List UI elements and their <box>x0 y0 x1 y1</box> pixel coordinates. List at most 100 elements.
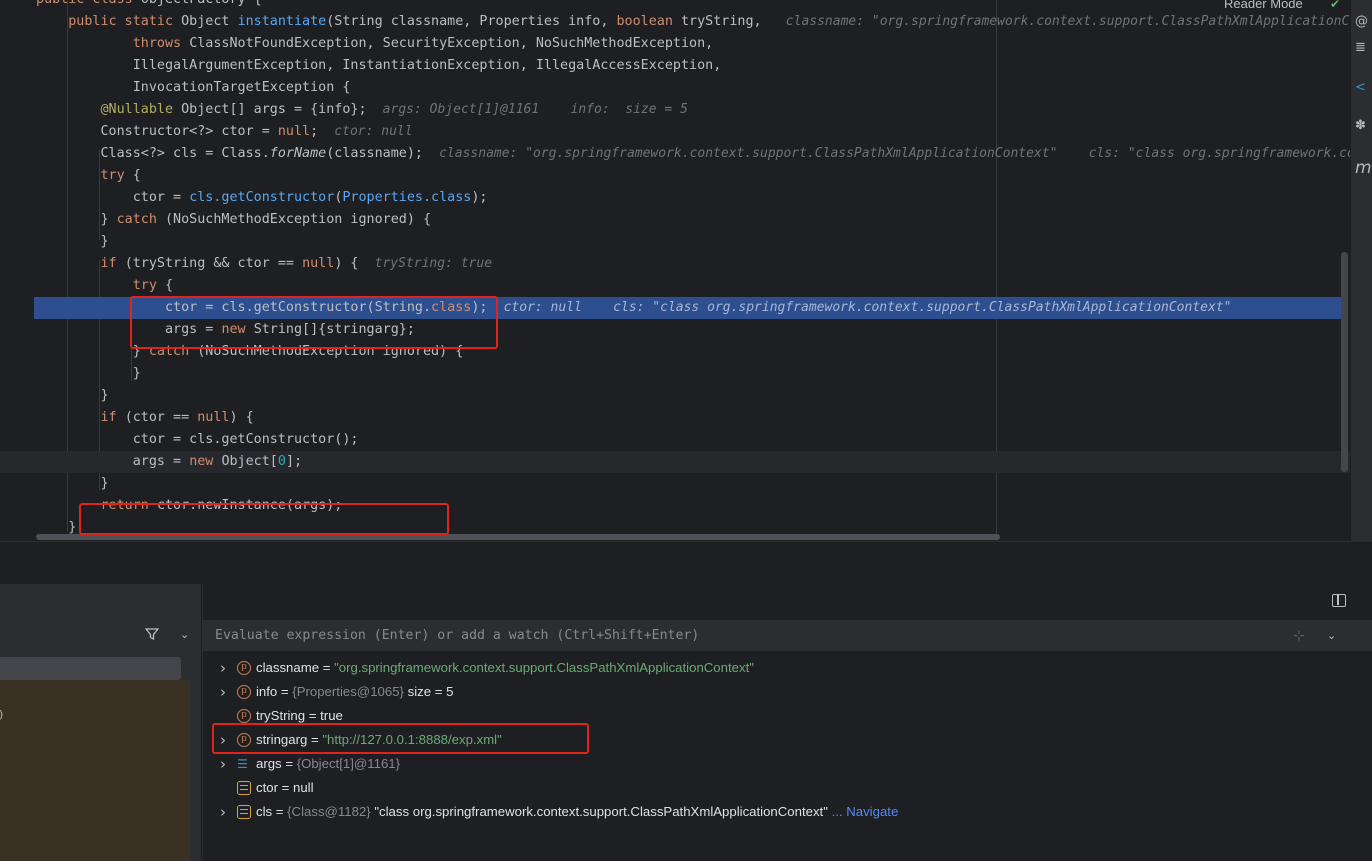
expand-chevron-icon[interactable]: › <box>220 800 226 824</box>
code-token: null <box>302 256 335 271</box>
variable-row-stringarg[interactable]: › p stringarg = "http://127.0.0.1:8888/exp… <box>203 728 1372 752</box>
variable-text: stringarg = "http://127.0.0.1:8888/exp.x… <box>256 728 502 752</box>
expand-chevron-icon[interactable]: › <box>220 728 226 752</box>
code-line[interactable]: public class ObjectFactory { <box>0 0 1350 11</box>
code-line[interactable]: if (ctor == null) { <box>0 407 1350 429</box>
expand-chevron-icon[interactable]: › <box>220 656 226 680</box>
code-token: @Nullable <box>100 102 182 117</box>
code-token: new <box>221 322 254 337</box>
variable-row-ctor[interactable]: ctor = null <box>203 776 1372 800</box>
code-token: ; <box>310 124 335 139</box>
variable-ref: {Properties@1065} <box>292 684 404 699</box>
selected-frame[interactable] <box>0 657 181 680</box>
code-line[interactable]: Constructor<?> ctor = null; ctor: null <box>0 121 1350 143</box>
layout-icon[interactable] <box>1332 594 1346 607</box>
code-token: public static <box>68 14 182 29</box>
code-line[interactable]: if (tryString && ctor == null) { tryStri… <box>0 253 1350 275</box>
variable-row-tryString[interactable]: p tryString = true <box>203 704 1372 728</box>
code-line[interactable]: } <box>0 473 1350 495</box>
variable-equals: = <box>307 732 323 747</box>
reader-mode-toggle[interactable]: Reader Mode <box>1224 0 1303 11</box>
plugin-icon[interactable]: ✽ <box>1355 118 1371 134</box>
code-line[interactable]: args = new String[]{stringarg}; <box>0 319 1350 341</box>
frames-toolbar <box>0 620 202 652</box>
code-line[interactable]: ctor = cls.getConstructor(); <box>0 429 1350 451</box>
chevron-down-icon[interactable]: ⌄ <box>180 628 189 641</box>
horizontal-scrollbar[interactable] <box>36 534 1000 540</box>
array-icon: ☰ <box>237 757 248 771</box>
code-token: try <box>100 168 133 183</box>
notifications-icon[interactable]: @ <box>1355 14 1371 30</box>
code-line[interactable]: throws ClassNotFoundException, SecurityE… <box>0 33 1350 55</box>
current-execution-line[interactable]: ctor = cls.getConstructor(String.class);… <box>34 297 1348 319</box>
code-token: ObjectFactory { <box>141 0 262 7</box>
code-token: boolean <box>616 14 681 29</box>
code-token: } <box>36 520 77 535</box>
evaluate-bar[interactable]: Evaluate expression (Enter) or add a wat… <box>203 620 1372 652</box>
expand-chevron-icon[interactable]: › <box>220 680 226 704</box>
code-line[interactable]: IllegalArgumentException, InstantiationE… <box>0 55 1350 77</box>
code-token: } <box>36 366 141 381</box>
code-token: Object[] args = {info}; <box>181 102 383 117</box>
code-token: ctor = <box>36 190 190 205</box>
code-line[interactable]: @Nullable Object[] args = {info}; args: … <box>0 99 1350 121</box>
add-watch-icon[interactable]: ⊹ <box>1293 628 1305 644</box>
chevron-down-icon[interactable]: ⌄ <box>1327 629 1336 642</box>
code-line[interactable]: args = new Object[0]; <box>0 451 1350 473</box>
evaluate-expression-input[interactable]: Evaluate expression (Enter) or add a wat… <box>215 628 699 643</box>
code-line[interactable]: } <box>0 385 1350 407</box>
code-token: Constructor<?> ctor = <box>36 124 278 139</box>
variable-name: tryString <box>256 708 306 723</box>
code-token: ) { <box>334 256 375 271</box>
code-line[interactable]: public static Object instantiate(String … <box>0 11 1350 33</box>
code-line[interactable]: } <box>0 363 1350 385</box>
variable-row-args[interactable]: › ☰ args = {Object[1]@1161} <box>203 752 1372 776</box>
code-line[interactable]: InvocationTargetException { <box>0 77 1350 99</box>
code-line[interactable]: try { <box>0 165 1350 187</box>
code-token: (tryString && ctor == <box>124 256 303 271</box>
code-token: new <box>189 454 222 469</box>
parameter-icon: p <box>237 685 251 699</box>
code-token: try <box>132 278 165 293</box>
code-token: IllegalArgumentException, InstantiationE… <box>36 58 722 73</box>
frame-fragment: ) <box>0 708 5 721</box>
variable-row-cls[interactable]: › cls = {Class@1182} "class org.springfra… <box>203 800 1372 824</box>
vertical-scrollbar[interactable] <box>1341 252 1348 472</box>
variable-text: args = {Object[1]@1161} <box>256 752 400 776</box>
filter-icon[interactable] <box>145 627 159 641</box>
database-icon[interactable]: ≣ <box>1355 40 1371 56</box>
code-token: Object[ <box>221 454 278 469</box>
navigate-link[interactable]: ... Navigate <box>828 804 899 819</box>
inline-debug-value: args: Object[1]@1161 info: size = 5 <box>382 102 688 117</box>
code-line[interactable]: ctor = cls.getConstructor(Properties.cla… <box>0 187 1350 209</box>
frames-scrollbar[interactable] <box>191 680 199 861</box>
variable-name: args <box>256 756 282 771</box>
maven-icon[interactable]: m <box>1355 158 1372 178</box>
code-line[interactable]: return ctor.newInstance(args); <box>0 495 1350 517</box>
code-token: ctor = cls.getConstructor(); <box>36 432 359 447</box>
code-line[interactable]: } <box>0 231 1350 253</box>
code-token: null <box>277 124 311 139</box>
variable-value: null <box>293 780 314 795</box>
code-token: (NoSuchMethodException ignored) { <box>165 212 432 227</box>
variable-value: true <box>320 708 343 723</box>
frames-list[interactable] <box>0 680 190 861</box>
structure-icon[interactable]: < <box>1355 80 1371 96</box>
code-token: (classname); <box>326 146 440 161</box>
variable-name: stringarg <box>256 732 308 747</box>
code-line[interactable]: } catch (NoSuchMethodException ignored) … <box>0 209 1350 231</box>
code-line[interactable]: Class<?> cls = Class.forName(classname);… <box>0 143 1350 165</box>
variable-row-info[interactable]: › p info = {Properties@1065} size = 5 <box>203 680 1372 704</box>
code-line[interactable]: } catch (NoSuchMethodException ignored) … <box>0 341 1350 363</box>
expand-chevron-icon[interactable]: › <box>220 752 226 776</box>
code-token: ctor.newInstance(args); <box>156 498 343 513</box>
variable-row-classname[interactable]: › p classname = "org.springframework.conte… <box>203 656 1372 680</box>
inline-debug-value: ctor: null cls: "class org.springframewo… <box>503 300 1232 315</box>
code-editor[interactable]: public class ObjectFactory { public stat… <box>0 0 1350 541</box>
right-tool-strip: @ ≣ < ✽ m <box>1350 0 1372 583</box>
parameter-icon: p <box>237 661 251 675</box>
variable-ref: {Object[1]@1161} <box>296 756 401 771</box>
code-line[interactable]: try { <box>0 275 1350 297</box>
